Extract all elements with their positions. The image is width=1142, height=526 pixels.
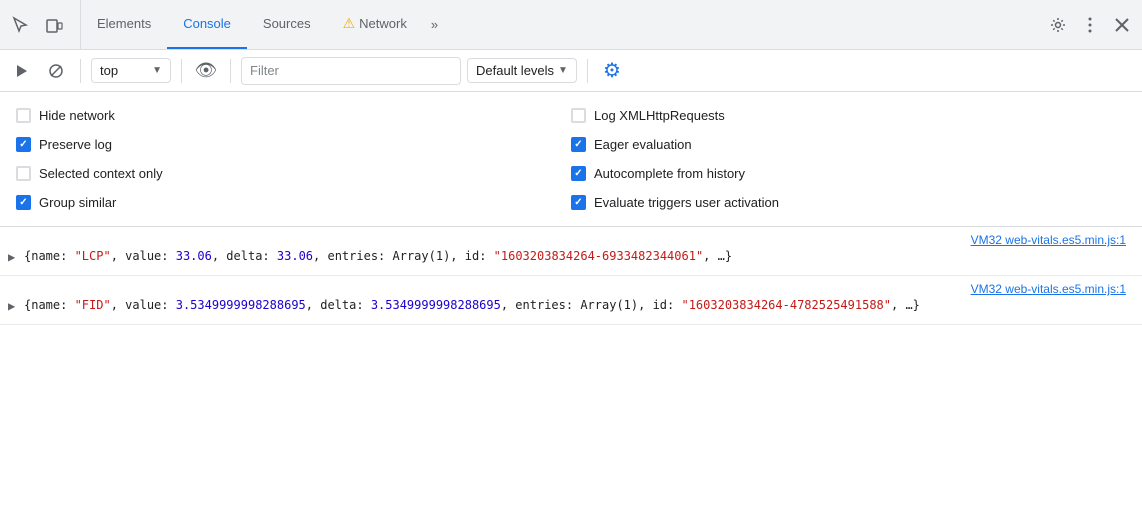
console-text: {name: "FID", value: 3.5349999998288695,… bbox=[24, 296, 1134, 315]
checkbox-row-eager-eval[interactable]: Eager evaluation bbox=[571, 131, 1126, 158]
device-icon[interactable] bbox=[40, 11, 68, 39]
tab-bar-right bbox=[1036, 11, 1136, 39]
checkbox-label-eval-triggers: Evaluate triggers user activation bbox=[594, 195, 779, 210]
checkbox-row-preserve-log[interactable]: Preserve log bbox=[16, 131, 571, 158]
filter-input[interactable] bbox=[241, 57, 461, 85]
source-link[interactable]: VM32 web-vitals.es5.min.js:1 bbox=[971, 233, 1126, 247]
context-arrow: ▼ bbox=[152, 65, 162, 76]
close-icon[interactable] bbox=[1108, 11, 1136, 39]
console-text-part: , value: bbox=[111, 249, 176, 263]
console-text-part: 3.5349999998288695 bbox=[176, 298, 306, 312]
console-text-part: 33.06 bbox=[176, 249, 212, 263]
console-line: ▶{name: "FID", value: 3.5349999998288695… bbox=[0, 296, 1142, 320]
separator-4 bbox=[587, 59, 588, 83]
expand-arrow[interactable]: ▶ bbox=[8, 296, 24, 316]
console-output: VM32 web-vitals.es5.min.js:1▶{name: "LCP… bbox=[0, 227, 1142, 526]
console-text: {name: "LCP", value: 33.06, delta: 33.06… bbox=[24, 247, 1134, 266]
checkbox-row-hide-network[interactable]: Hide network bbox=[16, 102, 571, 129]
tab-console[interactable]: Console bbox=[167, 0, 247, 49]
checkbox-row-log-xml[interactable]: Log XMLHttpRequests bbox=[571, 102, 1126, 129]
levels-selector[interactable]: Default levels ▼ bbox=[467, 58, 577, 83]
separator-2 bbox=[181, 59, 182, 83]
tabs: Elements Console Sources ⚠ Network » bbox=[81, 0, 1036, 49]
console-text-part: "1603203834264-4782525491588" bbox=[681, 298, 891, 312]
kebab-menu-icon[interactable] bbox=[1076, 11, 1104, 39]
checkbox-group-similar[interactable] bbox=[16, 195, 31, 210]
checkbox-selected-context[interactable] bbox=[16, 166, 31, 181]
settings-area: Hide network Log XMLHttpRequests Preserve … bbox=[0, 92, 1142, 227]
separator-3 bbox=[230, 59, 231, 83]
tab-network[interactable]: ⚠ Network bbox=[327, 0, 423, 49]
console-text-part: 33.06 bbox=[277, 249, 313, 263]
checkbox-eager-eval[interactable] bbox=[571, 137, 586, 152]
console-text-part: , delta: bbox=[306, 298, 371, 312]
checkbox-log-xml[interactable] bbox=[571, 108, 586, 123]
warning-icon: ⚠ bbox=[343, 15, 356, 32]
console-text-part: {name: bbox=[24, 298, 75, 312]
context-selector[interactable]: top ▼ bbox=[91, 58, 171, 83]
console-text-part: , delta: bbox=[212, 249, 277, 263]
console-text-part: Array(1) bbox=[393, 249, 451, 263]
devtools-settings-icon[interactable] bbox=[1044, 11, 1072, 39]
console-text-part: , entries: Array(1), id: bbox=[501, 298, 682, 312]
expand-arrow[interactable]: ▶ bbox=[8, 247, 24, 267]
console-text-part: "FID" bbox=[75, 298, 111, 312]
main-content: top ▼ 👁 Default levels ▼ ⚙ Hide network L… bbox=[0, 50, 1142, 526]
checkbox-eval-triggers[interactable] bbox=[571, 195, 586, 210]
checkbox-row-autocomplete[interactable]: Autocomplete from history bbox=[571, 160, 1126, 187]
eye-icon[interactable]: 👁 bbox=[192, 57, 220, 85]
checkbox-label-preserve-log: Preserve log bbox=[39, 137, 112, 152]
checkbox-label-log-xml: Log XMLHttpRequests bbox=[594, 108, 725, 123]
levels-arrow: ▼ bbox=[558, 65, 568, 76]
console-text-part: "1603203834264-6933482344061" bbox=[494, 249, 704, 263]
tab-bar: Elements Console Sources ⚠ Network » bbox=[0, 0, 1142, 50]
source-link[interactable]: VM32 web-vitals.es5.min.js:1 bbox=[971, 282, 1126, 296]
checkbox-row-group-similar[interactable]: Group similar bbox=[16, 189, 571, 216]
play-icon[interactable] bbox=[8, 57, 36, 85]
cursor-icon[interactable] bbox=[6, 11, 34, 39]
console-entry-entry-2: VM32 web-vitals.es5.min.js:1▶{name: "FID… bbox=[0, 276, 1142, 325]
checkbox-row-selected-context[interactable]: Selected context only bbox=[16, 160, 571, 187]
checkbox-hide-network[interactable] bbox=[16, 108, 31, 123]
toolbar: top ▼ 👁 Default levels ▼ ⚙ bbox=[0, 50, 1142, 92]
console-entry-entry-1: VM32 web-vitals.es5.min.js:1▶{name: "LCP… bbox=[0, 227, 1142, 276]
console-text-part: "LCP" bbox=[75, 249, 111, 263]
checkbox-label-autocomplete: Autocomplete from history bbox=[594, 166, 745, 181]
tab-elements[interactable]: Elements bbox=[81, 0, 167, 49]
checkbox-preserve-log[interactable] bbox=[16, 137, 31, 152]
checkbox-label-eager-eval: Eager evaluation bbox=[594, 137, 692, 152]
console-line: ▶{name: "LCP", value: 33.06, delta: 33.0… bbox=[0, 247, 1142, 271]
console-entry-header: VM32 web-vitals.es5.min.js:1 bbox=[0, 231, 1142, 247]
console-text-part: 3.5349999998288695 bbox=[371, 298, 501, 312]
checkbox-label-selected-context: Selected context only bbox=[39, 166, 163, 181]
console-text-part: , …} bbox=[891, 298, 920, 312]
console-text-part: , id: bbox=[450, 249, 493, 263]
console-text-part: , …} bbox=[703, 249, 732, 263]
checkbox-autocomplete[interactable] bbox=[571, 166, 586, 181]
checkbox-row-eval-triggers[interactable]: Evaluate triggers user activation bbox=[571, 189, 1126, 216]
console-entry-header: VM32 web-vitals.es5.min.js:1 bbox=[0, 280, 1142, 296]
separator-1 bbox=[80, 59, 81, 83]
checkbox-label-hide-network: Hide network bbox=[39, 108, 115, 123]
more-tabs-button[interactable]: » bbox=[423, 17, 446, 32]
tool-icons bbox=[6, 0, 81, 49]
checkbox-label-group-similar: Group similar bbox=[39, 195, 116, 210]
console-settings-icon[interactable]: ⚙ bbox=[598, 57, 626, 85]
tab-sources[interactable]: Sources bbox=[247, 0, 327, 49]
block-icon[interactable] bbox=[42, 57, 70, 85]
console-text-part: , value: bbox=[111, 298, 176, 312]
console-text-part: {name: bbox=[24, 249, 75, 263]
console-text-part: , entries: bbox=[313, 249, 392, 263]
